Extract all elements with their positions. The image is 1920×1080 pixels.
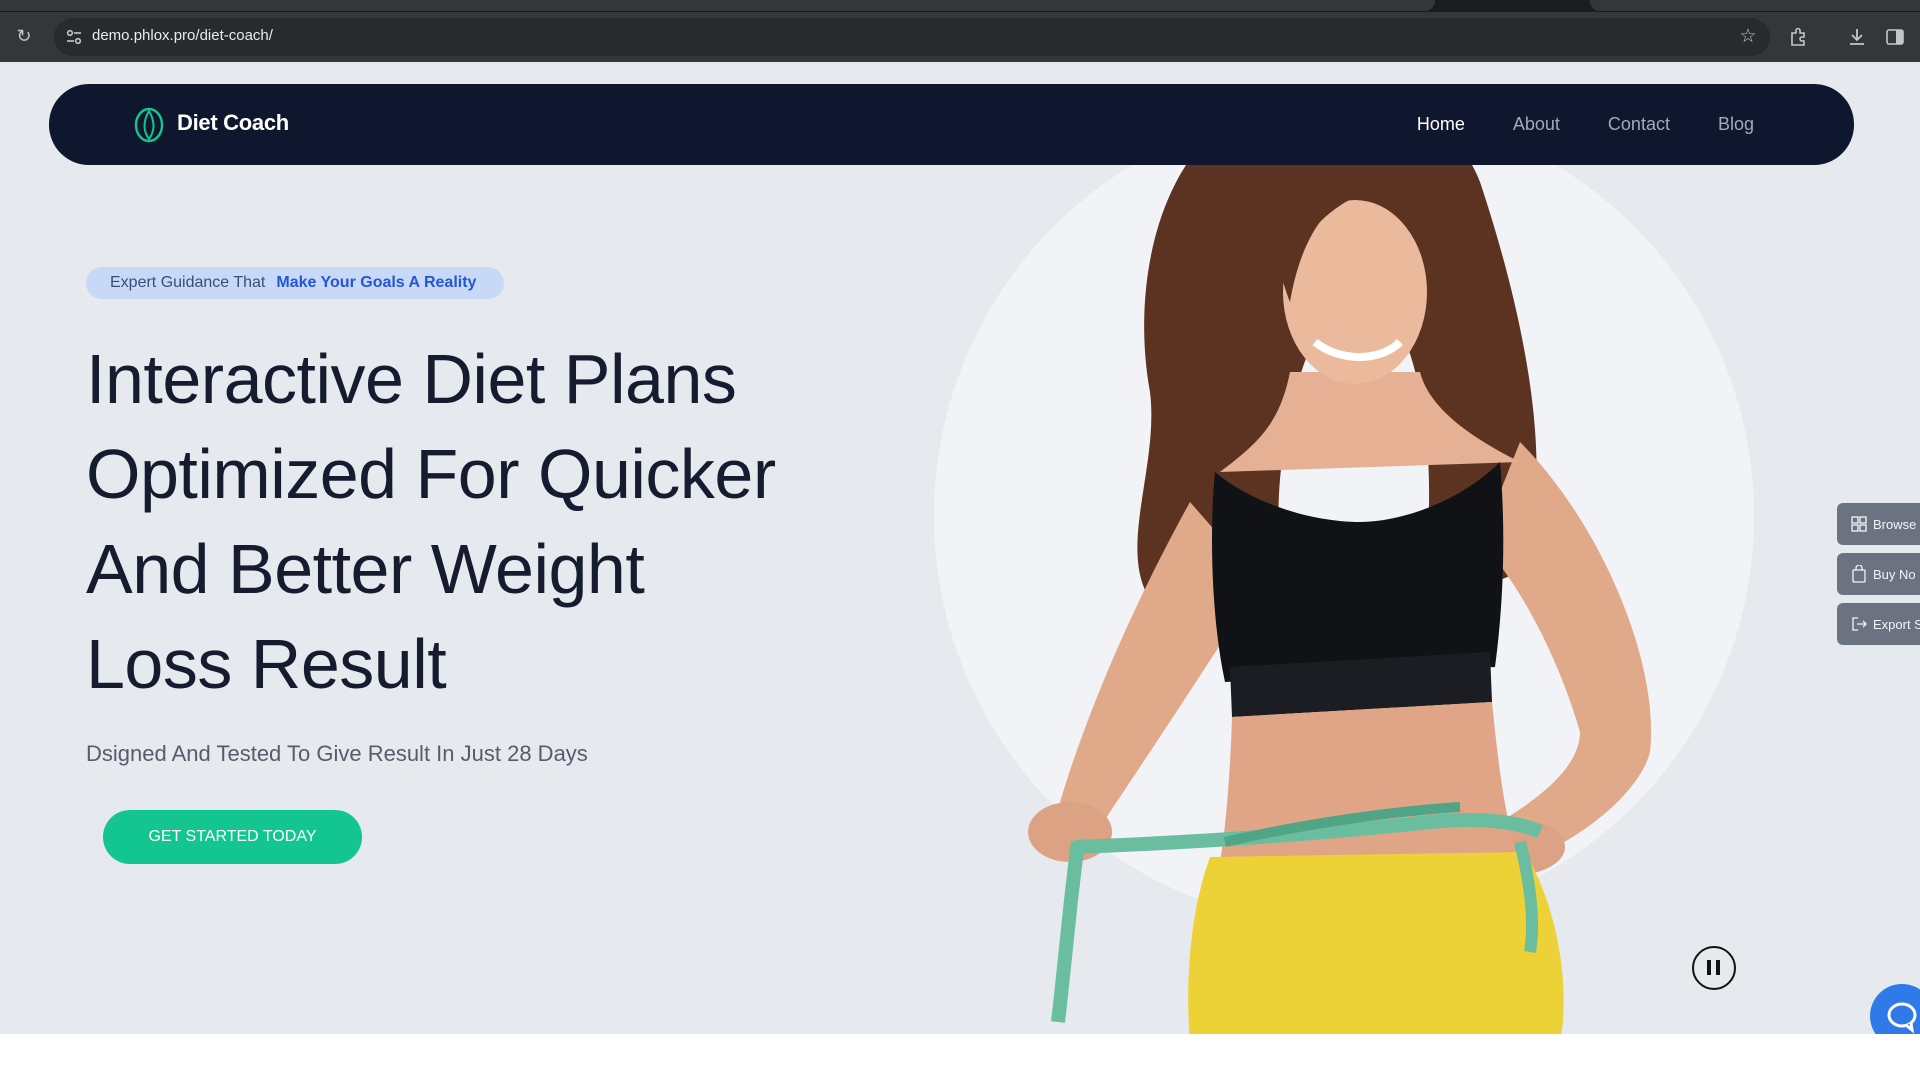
next-section [0,1034,1920,1080]
browser-tab-active[interactable] [0,0,1435,11]
grid-icon [1851,516,1867,532]
shopping-bag-icon [1852,565,1866,583]
tagline-highlight: Make Your Goals A Reality [276,274,477,291]
get-started-button[interactable]: GET STARTED TODAY [103,810,362,864]
page-viewport: Diet Coach Home About Contact Blog Exper… [0,62,1920,1034]
main-navbar: Diet Coach Home About Contact Blog [49,84,1854,165]
bookmark-star-icon[interactable]: ☆ [1736,25,1760,49]
hero-headline: Interactive Diet Plans Optimized For Qui… [86,332,846,712]
url-text[interactable]: demo.phlox.pro/diet-coach/ [92,27,273,44]
browse-button[interactable]: Browse [1837,503,1920,545]
chat-widget-button[interactable] [1870,984,1920,1034]
headline-line: Loss Result [86,625,447,703]
leaf-logo-icon[interactable] [133,107,165,143]
browser-tab[interactable] [1590,0,1920,11]
headline-line: Optimized For Quicker [86,435,776,513]
browser-chrome: ↻ demo.phlox.pro/diet-coach/ ☆ [0,0,1920,62]
buy-now-button[interactable]: Buy No [1837,553,1920,595]
hero-subheadline: Dsigned And Tested To Give Result In Jus… [86,741,588,766]
nav-links: Home About Contact Blog [1417,114,1754,135]
headline-line: And Better Weight [86,530,645,608]
pause-icon[interactable] [1692,946,1736,990]
side-action-panel: Browse Buy No Export S [1837,503,1920,645]
nav-link-contact[interactable]: Contact [1608,114,1670,135]
nav-link-home[interactable]: Home [1417,114,1465,135]
browse-label: Browse [1873,516,1917,532]
tagline-badge: Expert Guidance That Make Your Goals A R… [86,267,505,299]
buy-now-label: Buy No [1873,566,1916,582]
brand-name[interactable]: Diet Coach [177,110,289,136]
export-label: Export S [1873,616,1920,632]
hero-image [1028,142,1652,1034]
download-icon[interactable] [1845,25,1869,49]
export-button[interactable]: Export S [1837,603,1920,645]
tab-strip [0,0,1920,12]
site-info-icon[interactable] [62,25,86,49]
browser-toolbar: ↻ demo.phlox.pro/diet-coach/ ☆ [0,12,1920,62]
side-panel-icon[interactable] [1883,25,1907,49]
headline-line: Interactive Diet Plans [86,340,737,418]
nav-link-blog[interactable]: Blog [1718,114,1754,135]
export-icon [1852,617,1867,631]
tagline-prefix: Expert Guidance That [110,274,266,291]
extensions-icon[interactable] [1787,25,1811,49]
reload-icon[interactable]: ↻ [12,24,36,48]
nav-link-about[interactable]: About [1513,114,1560,135]
chat-icon [1887,1002,1917,1034]
address-bar[interactable]: demo.phlox.pro/diet-coach/ ☆ [54,18,1770,56]
